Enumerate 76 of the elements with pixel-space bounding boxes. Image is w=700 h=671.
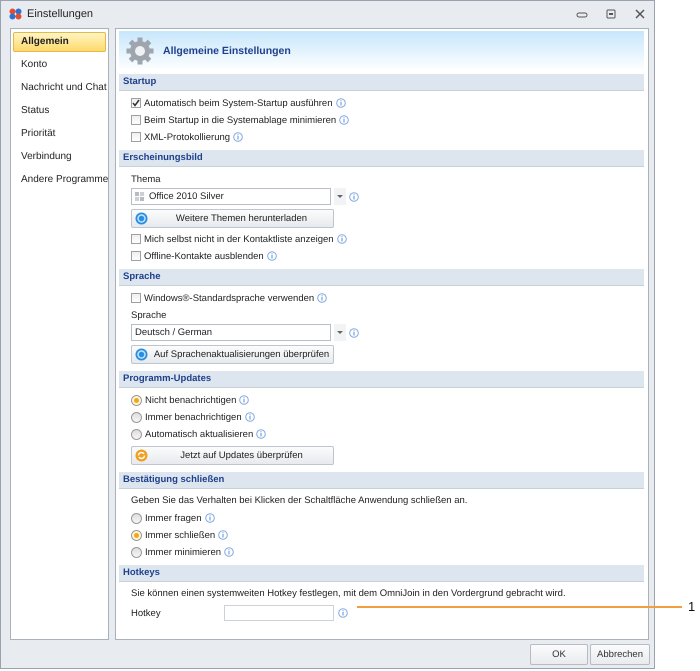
- window-title: Einstellungen: [27, 8, 94, 20]
- section-header: Bestätigung schließen: [119, 472, 644, 489]
- description-text: Geben Sie das Verhalten bei Klicken der Schaltfläche Anwendung schließen an.: [131, 494, 468, 508]
- checkbox-label: Offline-Kontakte ausblenden: [144, 250, 264, 262]
- radio-button[interactable]: [131, 530, 142, 540]
- sidebar-item[interactable]: Verbindung: [13, 147, 106, 167]
- field-label: Thema: [131, 174, 162, 187]
- dropdown[interactable]: Deutsch / German: [131, 324, 331, 341]
- checkbox[interactable]: [131, 132, 141, 142]
- theme-icon: [135, 192, 145, 202]
- info-icon[interactable]: [239, 395, 250, 405]
- checkbox[interactable]: [131, 293, 141, 303]
- action-button[interactable]: Auf Sprachenaktualisierungen überprüfen: [131, 345, 334, 364]
- checkbox-label: Beim Startup in die Systemablage minimieren: [144, 114, 336, 126]
- section-header: Hotkeys: [119, 565, 644, 582]
- checkbox-label: Automatisch beim System-Startup ausführen: [144, 98, 333, 108]
- checkbox[interactable]: [131, 234, 141, 244]
- description-text: Sie können einen systemweiten Hotkey festlegen, mit dem OmniJoin in den Vordergrund gebracht wird.: [131, 587, 567, 601]
- checkbox[interactable]: [131, 98, 141, 108]
- section-header: Sprache: [119, 269, 644, 286]
- info-icon[interactable]: [233, 132, 244, 142]
- radio-button[interactable]: [131, 512, 142, 524]
- action-button[interactable]: Weitere Themen herunterladen: [131, 209, 334, 228]
- gear-icon: [125, 36, 155, 66]
- sidebar-item[interactable]: Status: [13, 101, 106, 121]
- maximize-icon[interactable]: [605, 8, 617, 18]
- field-label: Hotkey: [131, 608, 162, 618]
- info-icon[interactable]: [266, 251, 277, 261]
- info-icon[interactable]: [349, 192, 359, 202]
- info-icon[interactable]: [349, 328, 359, 338]
- section-header: Programm-Updates: [119, 371, 644, 388]
- hotkey-field[interactable]: [224, 605, 334, 621]
- dialog-button[interactable]: Abbrechen: [590, 644, 650, 664]
- page-title: Allgemeine Einstellungen: [163, 45, 291, 57]
- info-icon[interactable]: [336, 98, 346, 108]
- app-logo-icon: [9, 8, 22, 20]
- action-button[interactable]: Jetzt auf Updates überprüfen: [131, 446, 334, 465]
- section-header: Startup: [119, 74, 644, 91]
- refresh-icon: [135, 449, 148, 462]
- globe-icon: [135, 212, 148, 225]
- callout-number: 1: [688, 599, 696, 614]
- checkbox[interactable]: [131, 251, 141, 261]
- radio-label: Nicht benachrichtigen: [145, 394, 236, 406]
- sidebar-item[interactable]: Nachricht und Chat: [13, 78, 106, 98]
- info-icon[interactable]: [336, 234, 347, 244]
- info-icon[interactable]: [338, 608, 348, 618]
- sidebar-item[interactable]: Andere Programme: [13, 170, 106, 190]
- info-icon[interactable]: [256, 429, 266, 439]
- field-label: Sprache: [131, 310, 168, 323]
- radio-label: Automatisch aktualisieren: [145, 428, 254, 440]
- info-icon[interactable]: [339, 115, 350, 125]
- radio-label: Immer benachrichtigen: [145, 412, 242, 422]
- sidebar-item[interactable]: Priorität: [13, 124, 106, 144]
- info-icon[interactable]: [218, 530, 228, 540]
- radio-label: Immer fragen: [145, 512, 202, 524]
- radio-button[interactable]: [131, 394, 142, 406]
- checkbox[interactable]: [131, 115, 141, 125]
- radio-button[interactable]: [131, 546, 142, 558]
- globe-icon: [135, 348, 148, 361]
- radio-label: Immer schließen: [145, 530, 216, 540]
- info-icon[interactable]: [317, 293, 328, 303]
- sidebar-item[interactable]: Konto: [13, 55, 106, 75]
- dropdown[interactable]: Office 2010 Silver: [131, 188, 331, 205]
- dialog-button[interactable]: OK: [530, 644, 588, 664]
- checkbox-label: Windows®-Standardsprache verwenden: [144, 292, 314, 304]
- info-icon[interactable]: [244, 412, 255, 422]
- radio-button[interactable]: [131, 412, 142, 422]
- info-icon[interactable]: [224, 547, 234, 557]
- info-icon[interactable]: [204, 513, 214, 523]
- checkbox-label: Mich selbst nicht in der Kontaktliste anzeigen: [144, 234, 334, 244]
- radio-label: Immer minimieren: [145, 546, 222, 558]
- sidebar-item[interactable]: Allgemein: [13, 32, 106, 52]
- section-header: Erscheinungsbild: [119, 150, 644, 167]
- radio-button[interactable]: [131, 428, 142, 440]
- checkbox-label: XML-Protokollierung: [144, 132, 230, 142]
- close-icon[interactable]: [634, 8, 646, 18]
